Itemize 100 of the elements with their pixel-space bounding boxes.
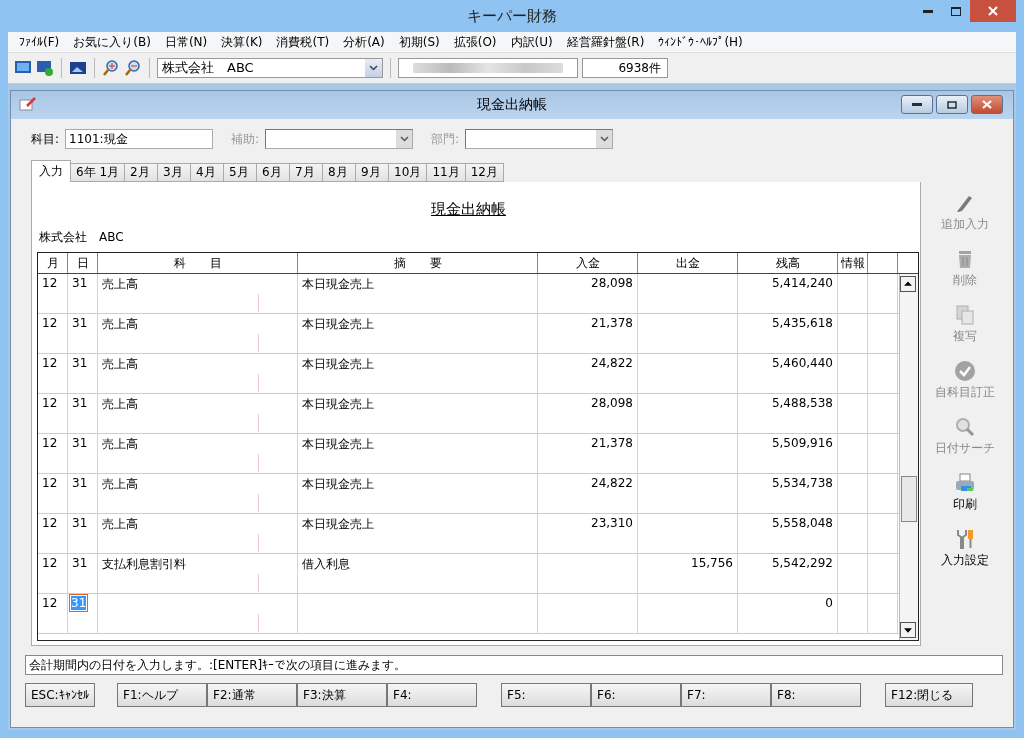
side-action-button[interactable]: 印刷	[953, 471, 977, 521]
account-field[interactable]: 1101:現金	[65, 129, 214, 149]
zoom-out-icon[interactable]	[124, 59, 142, 77]
menu-item[interactable]: 消費税(T)	[269, 33, 337, 51]
table-cell: 5,460,440	[738, 354, 838, 393]
menu-item[interactable]: ﾌｧｲﾙ(F)	[12, 35, 67, 49]
table-cell: 5,558,048	[738, 514, 838, 553]
scrollbar[interactable]	[899, 274, 918, 640]
table-cell: 本日現金売上	[298, 434, 538, 473]
scroll-down-icon[interactable]	[900, 622, 916, 638]
menu-item[interactable]: ｳｨﾝﾄﾞｳ･ﾍﾙﾌﾟ(H)	[651, 35, 750, 49]
table-cell: 31	[68, 514, 98, 553]
menu-item[interactable]: 決算(K)	[214, 33, 270, 51]
maximize-icon	[951, 6, 961, 16]
month-tab[interactable]: 6月	[256, 163, 291, 182]
table-cell: 売上高	[98, 394, 298, 433]
scroll-thumb[interactable]	[901, 476, 917, 522]
function-key-button[interactable]: F8:	[771, 683, 861, 707]
close-icon	[982, 100, 992, 109]
table-cell: 24,822	[538, 354, 638, 393]
menu-item[interactable]: 拡張(O)	[446, 33, 504, 51]
table-cell: 31	[68, 314, 98, 353]
search-icon	[953, 415, 977, 439]
ledger-heading: 現金出納帳	[430, 200, 507, 219]
side-action-button[interactable]: 入力設定	[941, 527, 989, 577]
table-cell: 本日現金売上	[298, 474, 538, 513]
function-key-button[interactable]: F4:	[387, 683, 477, 707]
table-cell: 売上高	[98, 474, 298, 513]
field-label: 補助:	[231, 130, 260, 148]
function-key-button[interactable]: F7:	[681, 683, 771, 707]
table-cell: 売上高	[98, 314, 298, 353]
notebook-icon	[19, 96, 37, 112]
company-name: 株式会社 ABC	[39, 229, 124, 246]
close-button[interactable]	[971, 95, 1003, 114]
table-cell: 支払利息割引料	[98, 554, 298, 593]
function-key-button[interactable]: F5:	[501, 683, 591, 707]
table-cell: 売上高	[98, 434, 298, 473]
month-tab[interactable]: 8月	[322, 163, 357, 182]
table-cell: 売上高	[98, 354, 298, 393]
restore-button[interactable]	[936, 95, 968, 114]
month-tab[interactable]: 12月	[464, 163, 504, 182]
minimize-button[interactable]	[901, 95, 933, 114]
menu-item[interactable]: お気に入り(B)	[66, 33, 158, 51]
table-cell: 21,378	[538, 434, 638, 473]
month-tab[interactable]: 9月	[355, 163, 390, 182]
picture-icon[interactable]	[69, 59, 87, 77]
record-count: 6938件	[582, 58, 668, 78]
select-field[interactable]	[265, 129, 414, 149]
chevron-down-icon	[399, 136, 409, 142]
function-key-button[interactable]: F3:決算	[297, 683, 387, 707]
table-cell: 31	[68, 434, 98, 473]
table-cell: 12	[38, 554, 68, 593]
month-tab[interactable]: 10月	[388, 163, 428, 182]
field-label: 部門:	[431, 130, 460, 148]
table-cell: 12	[38, 594, 68, 633]
month-tab[interactable]: 2月	[124, 163, 159, 182]
month-tab[interactable]: 11月	[426, 163, 466, 182]
table-cell: 本日現金売上	[298, 394, 538, 433]
menu-item[interactable]: 内訳(U)	[503, 33, 560, 51]
window-title: 現金出納帳	[477, 96, 547, 114]
table-cell: 31	[68, 394, 98, 433]
table-cell: 24,822	[538, 474, 638, 513]
scroll-up-icon[interactable]	[900, 276, 916, 292]
function-key-button[interactable]: F12:閉じる	[885, 683, 973, 707]
function-key-button[interactable]: ESC:ｷｬﾝｾﾙ	[25, 683, 95, 707]
column-header: 科 目	[98, 253, 298, 273]
table-cell: 0	[738, 594, 838, 633]
function-key-button[interactable]: F1:ヘルプ	[117, 683, 207, 707]
table-cell: 本日現金売上	[298, 354, 538, 393]
month-tab[interactable]: 7月	[289, 163, 324, 182]
month-tab[interactable]: 5月	[223, 163, 258, 182]
table-cell: 5,414,240	[738, 274, 838, 313]
function-key-button[interactable]: F6:	[591, 683, 681, 707]
minimize-icon	[912, 102, 922, 107]
table-cell: 5,542,292	[738, 554, 838, 593]
menu-item[interactable]: 経営羅針盤(R)	[559, 33, 652, 51]
month-tab[interactable]: 4月	[190, 163, 225, 182]
menu-item[interactable]: 日常(N)	[157, 33, 215, 51]
month-tab[interactable]: 3月	[157, 163, 192, 182]
menu-item[interactable]: 分析(A)	[336, 33, 392, 51]
function-key-button[interactable]: F2:通常	[207, 683, 297, 707]
restore-icon	[947, 100, 957, 109]
month-tab[interactable]: 6年 1月	[70, 163, 126, 182]
table-cell: 28,098	[538, 394, 638, 433]
zoom-in-icon[interactable]	[102, 59, 120, 77]
table-cell: 本日現金売上	[298, 514, 538, 553]
table-cell: 売上高	[98, 274, 298, 313]
close-button[interactable]	[970, 0, 1016, 22]
table-cell: 売上高	[98, 514, 298, 553]
copy-icon	[953, 303, 977, 327]
month-tab[interactable]: 入力	[31, 160, 71, 182]
table-cell: 15,756	[638, 554, 738, 593]
select-field[interactable]	[465, 129, 614, 149]
table-cell: 31	[68, 554, 98, 593]
table-cell: 31	[68, 354, 98, 393]
column-header: 入金	[538, 253, 638, 273]
monitor-plus-icon[interactable]	[36, 59, 54, 77]
company-select[interactable]: 株式会社 ABC	[157, 58, 383, 78]
column-header: 摘 要	[298, 253, 538, 273]
menu-item[interactable]: 初期(S)	[391, 33, 447, 51]
